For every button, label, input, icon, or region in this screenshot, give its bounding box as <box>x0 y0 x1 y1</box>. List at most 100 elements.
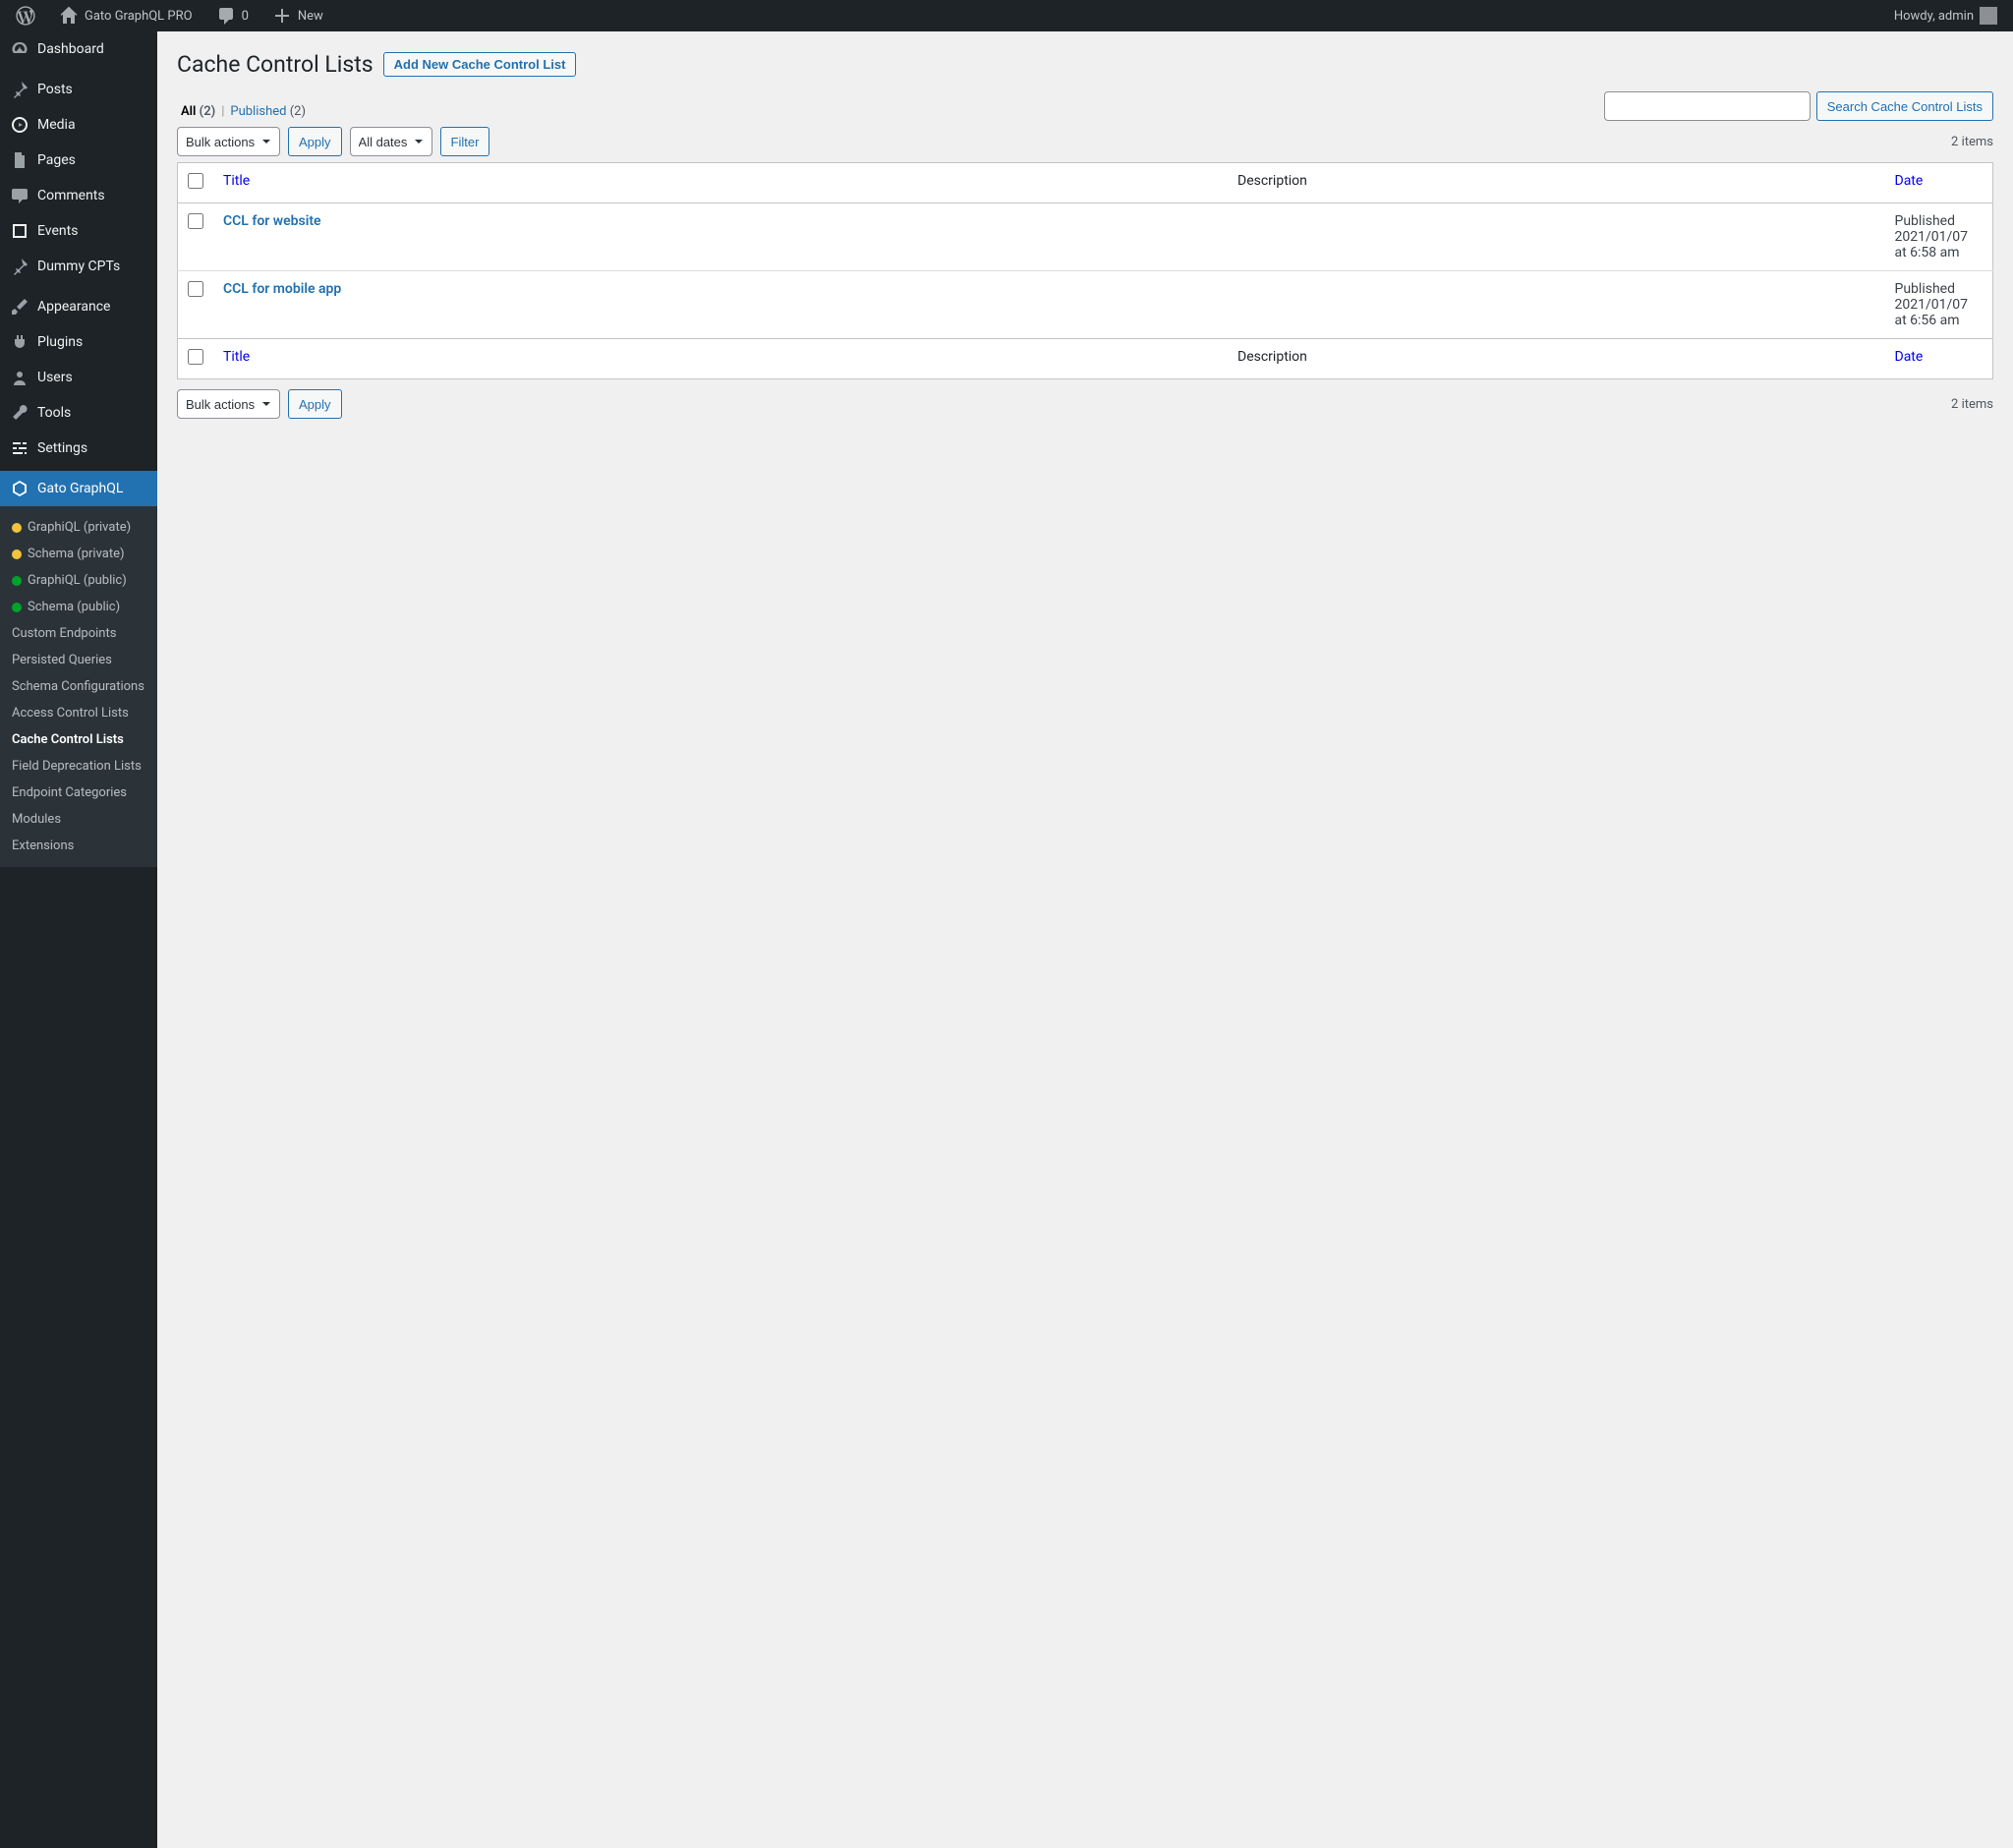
dot-icon <box>12 523 22 533</box>
submenu-item-graphiql-private[interactable]: GraphiQL (private) <box>0 514 157 541</box>
sidebar-item-events[interactable]: Events <box>0 213 157 249</box>
admin-sidebar: Dashboard Posts Media Pages Comments Eve… <box>0 31 157 1848</box>
submenu-item-label: Field Deprecation Lists <box>12 759 142 774</box>
media-icon <box>10 115 29 135</box>
sidebar-item-label: Posts <box>37 82 73 97</box>
date-filter-select[interactable]: All dates <box>350 127 432 156</box>
sidebar-item-label: Dashboard <box>37 41 104 57</box>
row-title-link[interactable]: CCL for mobile app <box>223 281 341 297</box>
sidebar-item-label: Plugins <box>37 334 83 350</box>
submenu-item-label: GraphiQL (public) <box>28 573 127 588</box>
howdy-text: Howdy, admin <box>1894 9 1974 24</box>
sidebar-item-label: Gato GraphQL <box>37 481 123 496</box>
submenu-item-label: Schema (public) <box>28 600 120 614</box>
wp-logo[interactable] <box>8 0 43 31</box>
submenu-item-access-control-lists[interactable]: Access Control Lists <box>0 700 157 726</box>
site-home-link[interactable]: Gato GraphQL PRO <box>51 0 201 31</box>
sidebar-item-tools[interactable]: Tools <box>0 395 157 431</box>
submenu-gato-graphql: GraphiQL (private) Schema (private) Grap… <box>0 506 157 867</box>
new-content-link[interactable]: New <box>264 0 331 31</box>
submenu-item-endpoint-categories[interactable]: Endpoint Categories <box>0 780 157 806</box>
add-new-button[interactable]: Add New Cache Control List <box>383 52 577 77</box>
col-title[interactable]: Title <box>213 163 1228 203</box>
col-date-foot[interactable]: Date <box>1885 339 1993 379</box>
col-description: Description <box>1228 163 1884 203</box>
submenu-item-label: Custom Endpoints <box>12 626 116 641</box>
submenu-item-label: Endpoint Categories <box>12 785 127 800</box>
sidebar-item-settings[interactable]: Settings <box>0 431 157 466</box>
row-checkbox[interactable] <box>188 213 203 229</box>
status-filters: All (2) | Published (2) <box>181 104 306 119</box>
sidebar-item-gato-graphql[interactable]: Gato GraphQL <box>0 471 157 506</box>
sidebar-item-posts[interactable]: Posts <box>0 72 157 107</box>
submenu-item-graphiql-public[interactable]: GraphiQL (public) <box>0 567 157 594</box>
apply-button-bottom[interactable]: Apply <box>288 389 342 419</box>
dashboard-icon <box>10 39 29 59</box>
col-title-foot[interactable]: Title <box>213 339 1228 379</box>
sidebar-item-pages[interactable]: Pages <box>0 143 157 178</box>
row-checkbox[interactable] <box>188 281 203 297</box>
sidebar-item-label: Pages <box>37 152 76 168</box>
filter-published[interactable]: Published (2) <box>230 104 306 119</box>
submenu-item-cache-control-lists[interactable]: Cache Control Lists <box>0 726 157 753</box>
submenu-item-label: Schema (private) <box>28 547 125 561</box>
row-title-link[interactable]: CCL for website <box>223 213 321 229</box>
submenu-item-persisted-queries[interactable]: Persisted Queries <box>0 647 157 673</box>
comments-link[interactable]: 0 <box>208 0 257 31</box>
sidebar-item-label: Settings <box>37 440 87 456</box>
submenu-item-schema-configurations[interactable]: Schema Configurations <box>0 673 157 700</box>
sidebar-item-label: Users <box>37 370 73 385</box>
table-row: CCL for mobile app Published2021/01/07 a… <box>178 271 1993 339</box>
search-input[interactable] <box>1604 91 1811 121</box>
submenu-item-field-deprecation-lists[interactable]: Field Deprecation Lists <box>0 753 157 780</box>
submenu-item-label: GraphiQL (private) <box>28 520 131 535</box>
sidebar-item-users[interactable]: Users <box>0 360 157 395</box>
bulk-actions-select-bottom[interactable]: Bulk actions <box>177 389 280 419</box>
dot-icon <box>12 576 22 586</box>
graphql-icon <box>10 479 29 498</box>
submenu-item-custom-endpoints[interactable]: Custom Endpoints <box>0 620 157 647</box>
admin-bar: Gato GraphQL PRO 0 New Howdy, admin <box>0 0 2013 31</box>
sidebar-item-comments[interactable]: Comments <box>0 178 157 213</box>
submenu-item-label: Persisted Queries <box>12 653 112 667</box>
items-count-top: 2 items <box>1951 135 1993 149</box>
avatar-icon <box>1980 7 1997 25</box>
col-date[interactable]: Date <box>1885 163 1993 203</box>
home-icon <box>59 6 79 26</box>
sidebar-item-media[interactable]: Media <box>0 107 157 143</box>
sidebar-item-label: Dummy CPTs <box>37 259 120 274</box>
table-row: CCL for website Published2021/01/07 at 6… <box>178 203 1993 271</box>
plug-icon <box>10 332 29 352</box>
submenu-item-label: Schema Configurations <box>12 679 144 694</box>
select-all-bottom[interactable] <box>188 349 203 365</box>
sidebar-item-plugins[interactable]: Plugins <box>0 324 157 360</box>
pin-icon <box>10 80 29 99</box>
apply-button-top[interactable]: Apply <box>288 127 342 156</box>
filter-all[interactable]: All (2) <box>181 104 215 119</box>
filter-button[interactable]: Filter <box>440 127 490 156</box>
sidebar-item-label: Media <box>37 117 76 133</box>
col-description-foot: Description <box>1228 339 1884 379</box>
select-all-top[interactable] <box>188 173 203 189</box>
sidebar-item-appearance[interactable]: Appearance <box>0 289 157 324</box>
dot-icon <box>12 603 22 612</box>
howdy-account[interactable]: Howdy, admin <box>1886 0 2005 31</box>
submenu-item-modules[interactable]: Modules <box>0 806 157 833</box>
search-button[interactable]: Search Cache Control Lists <box>1816 91 1993 121</box>
sidebar-item-dummy-cpts[interactable]: Dummy CPTs <box>0 249 157 284</box>
row-description <box>1228 203 1884 271</box>
submenu-item-schema-private[interactable]: Schema (private) <box>0 541 157 567</box>
submenu-item-schema-public[interactable]: Schema (public) <box>0 594 157 620</box>
posts-table: Title Description Date CCL for website P… <box>177 162 1993 379</box>
site-title: Gato GraphQL PRO <box>85 9 193 24</box>
bulk-actions-select-top[interactable]: Bulk actions <box>177 127 280 156</box>
new-label: New <box>298 9 323 24</box>
row-date: Published2021/01/07 at 6:58 am <box>1885 203 1993 271</box>
sidebar-item-dashboard[interactable]: Dashboard <box>0 31 157 67</box>
sliders-icon <box>10 438 29 458</box>
row-date: Published2021/01/07 at 6:56 am <box>1885 271 1993 339</box>
wrench-icon <box>10 403 29 423</box>
submenu-item-extensions[interactable]: Extensions <box>0 833 157 859</box>
main-content: Cache Control Lists Add New Cache Contro… <box>157 31 2013 1848</box>
sidebar-item-label: Events <box>37 223 78 239</box>
